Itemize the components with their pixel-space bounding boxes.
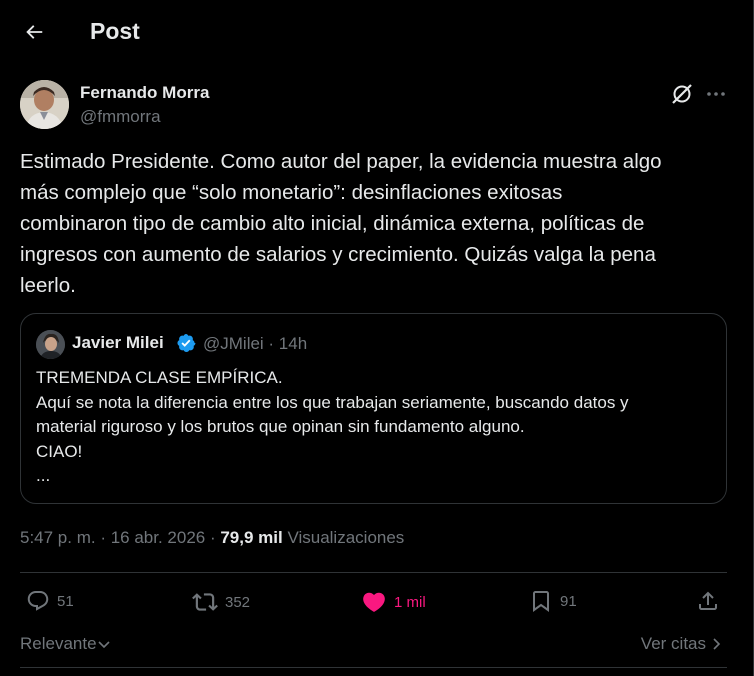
bookmark-icon bbox=[533, 591, 549, 612]
quoted-text-line: TREMENDA CLASE EMPÍRICA. bbox=[36, 368, 283, 387]
like-count: 1 mil bbox=[394, 593, 426, 611]
share-button[interactable] bbox=[696, 589, 720, 613]
post-time-date[interactable]: 5:47 p. m. · 16 abr. 2026 · bbox=[20, 528, 220, 547]
views-label: Visualizaciones bbox=[282, 528, 405, 547]
views-count[interactable]: 79,9 mil bbox=[220, 528, 282, 547]
more-options-button[interactable] bbox=[704, 82, 728, 106]
quoted-text-line: Aquí se nota la diferencia entre los que… bbox=[36, 392, 629, 412]
bookmark-button[interactable]: 91 bbox=[529, 589, 577, 613]
quotes-label: Ver citas bbox=[640, 634, 706, 653]
verified-badge-icon bbox=[176, 333, 196, 353]
repost-count: 352 bbox=[225, 593, 251, 611]
reply-icon bbox=[27, 591, 49, 611]
reply-button[interactable]: 51 bbox=[26, 589, 74, 613]
repost-icon bbox=[192, 593, 218, 611]
post-text-line: combinaron tipo de cambio alto inicial, … bbox=[20, 212, 645, 235]
chevron-down-icon bbox=[97, 641, 110, 649]
heart-icon bbox=[363, 592, 385, 612]
post-text-line: Estimado Presidente. Como autor del pape… bbox=[20, 150, 662, 173]
view-quotes-link[interactable]: Ver citas bbox=[641, 634, 723, 654]
share-icon bbox=[699, 591, 717, 610]
like-button[interactable]: 1 mil bbox=[361, 589, 426, 615]
quoted-author-name: Javier Milei bbox=[72, 333, 164, 352]
post-text: Estimado Presidente. Como autor del pape… bbox=[20, 146, 720, 301]
grok-button[interactable] bbox=[670, 82, 694, 106]
post-author: Fernando Morra @fmmorra bbox=[20, 80, 730, 132]
repost-button[interactable]: 352 bbox=[192, 589, 250, 615]
post-text-line: ingresos con aumento de salarios y creci… bbox=[20, 243, 656, 266]
more-icon bbox=[707, 92, 725, 96]
grok-icon bbox=[672, 84, 692, 104]
back-arrow-icon bbox=[26, 25, 43, 39]
quoted-post[interactable]: Javier Milei @JMilei · 14h TREMENDA CLAS… bbox=[20, 313, 727, 504]
post-timestamp: 5:47 p. m. · 16 abr. 2026 · 79,9 mil Vis… bbox=[20, 528, 404, 548]
quoted-text-line: material riguroso y los brutos que opina… bbox=[36, 417, 525, 436]
quoted-handle-time: @JMilei · 14h bbox=[203, 334, 308, 353]
divider bbox=[20, 667, 727, 668]
sort-replies-button[interactable]: Relevante bbox=[20, 634, 111, 654]
quoted-author-avatar bbox=[36, 330, 65, 359]
post-text-line: más complejo que “solo monetario”: desin… bbox=[20, 181, 563, 204]
reply-count: 51 bbox=[57, 592, 74, 610]
page-title: Post bbox=[90, 18, 140, 44]
author-name[interactable]: Fernando Morra bbox=[80, 83, 209, 103]
back-button[interactable] bbox=[16, 14, 52, 50]
post-text-line: leerlo. bbox=[20, 274, 76, 297]
quoted-text-line: CIAO! bbox=[36, 441, 83, 461]
replies-toolbar: Relevante Ver citas bbox=[20, 632, 727, 656]
chevron-right-icon bbox=[713, 638, 721, 650]
author-avatar[interactable] bbox=[20, 80, 69, 129]
post-actions: 51 352 1 mil 91 bbox=[20, 580, 727, 628]
quoted-text-line: ... bbox=[36, 466, 51, 485]
author-handle[interactable]: @fmmorra bbox=[80, 107, 161, 127]
quoted-text: TREMENDA CLASE EMPÍRICA. Aquí se nota la… bbox=[36, 366, 716, 489]
sort-label: Relevante bbox=[20, 634, 97, 653]
header: Post bbox=[0, 0, 753, 64]
bookmark-count: 91 bbox=[560, 592, 577, 610]
divider bbox=[20, 572, 727, 573]
